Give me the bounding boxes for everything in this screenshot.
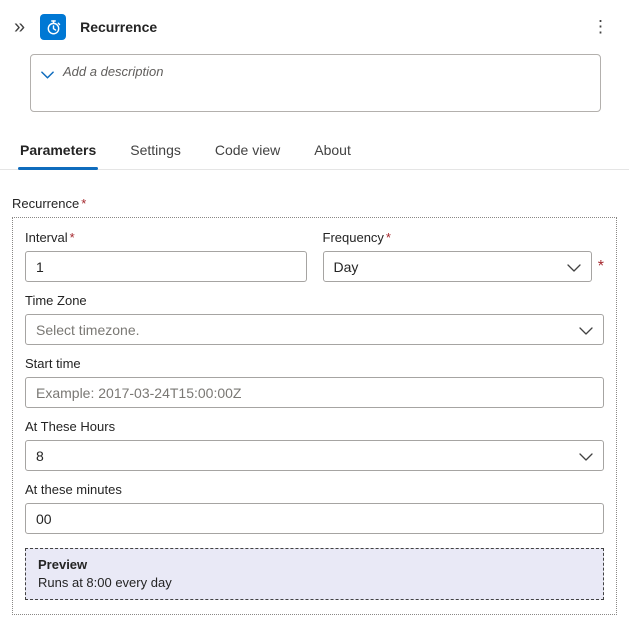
frequency-field: Frequency* Day * [323, 230, 605, 282]
frequency-label: Frequency* [323, 230, 605, 245]
at-hours-label: At These Hours [25, 419, 604, 434]
recurrence-alarm-clock-icon [40, 14, 66, 40]
group-label-text: Recurrence [12, 196, 79, 211]
timezone-label: Time Zone [25, 293, 604, 308]
tab-settings[interactable]: Settings [128, 136, 183, 169]
interval-field: Interval* [25, 230, 307, 282]
required-asterisk: * [386, 230, 391, 245]
chevron-down-icon [567, 259, 581, 275]
preview-title: Preview [38, 557, 591, 572]
start-time-input[interactable] [25, 377, 604, 408]
at-hours-value: 8 [36, 448, 44, 464]
at-minutes-label: At these minutes [25, 482, 604, 497]
chevron-down-icon[interactable] [41, 66, 54, 84]
chevron-double-right-icon[interactable]: » [8, 15, 31, 39]
interval-input[interactable] [25, 251, 307, 282]
ellipsis-vertical-icon[interactable]: ⋮ [586, 15, 615, 39]
interval-label: Interval* [25, 230, 307, 245]
timezone-dropdown[interactable]: Select timezone. [25, 314, 604, 345]
tab-parameters[interactable]: Parameters [18, 136, 98, 169]
frequency-value: Day [334, 259, 359, 275]
group-label: Recurrence* [12, 196, 617, 211]
panel-header: » Recurrence ⋮ [0, 0, 629, 40]
start-time-field: Start time [25, 356, 604, 408]
at-hours-dropdown[interactable]: 8 [25, 440, 604, 471]
required-asterisk: * [81, 196, 86, 211]
timezone-field: Time Zone Select timezone. [25, 293, 604, 345]
chevron-down-icon [579, 448, 593, 464]
at-minutes-field: At these minutes [25, 482, 604, 534]
page-title: Recurrence [80, 19, 157, 35]
preview-text: Runs at 8:00 every day [38, 575, 591, 590]
frequency-dropdown[interactable]: Day [323, 251, 592, 282]
at-minutes-input[interactable] [25, 503, 604, 534]
recurrence-group: Interval* Frequency* Day * [12, 217, 617, 615]
at-hours-field: At These Hours 8 [25, 419, 604, 471]
required-asterisk: * [70, 230, 75, 245]
description-placeholder: Add a description [63, 64, 163, 79]
start-time-label: Start time [25, 356, 604, 371]
description-box[interactable]: Add a description [30, 54, 601, 112]
required-asterisk: * [598, 258, 604, 276]
tabs-bar: Parameters Settings Code view About [0, 136, 629, 170]
preview-box: Preview Runs at 8:00 every day [25, 548, 604, 600]
tab-about[interactable]: About [312, 136, 353, 169]
timezone-placeholder: Select timezone. [36, 322, 140, 338]
tab-code-view[interactable]: Code view [213, 136, 282, 169]
chevron-down-icon [579, 322, 593, 338]
